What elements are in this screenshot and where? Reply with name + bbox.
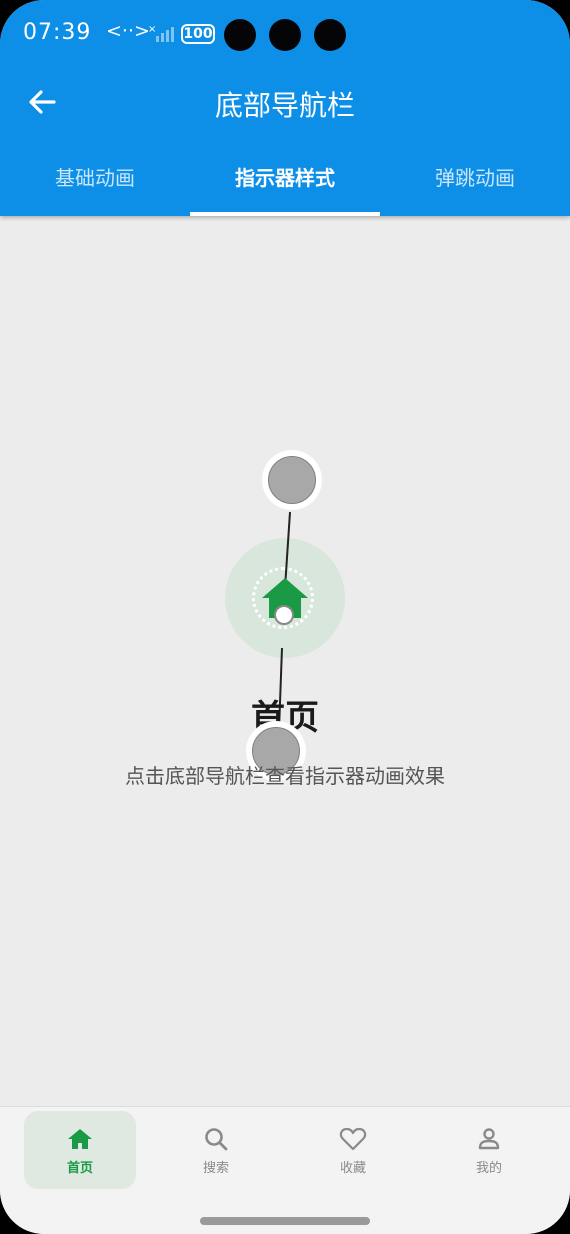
nav-label-search: 搜索 bbox=[202, 1161, 229, 1176]
nav-label-favorites: 收藏 bbox=[339, 1161, 366, 1176]
nav-item-profile[interactable]: 我的 bbox=[433, 1111, 545, 1189]
search-icon bbox=[205, 1128, 228, 1151]
heart-icon bbox=[339, 1127, 367, 1151]
home-icon bbox=[68, 1129, 92, 1149]
gesture-bar[interactable] bbox=[200, 1217, 370, 1225]
indicator-ball-top bbox=[268, 456, 316, 504]
bottom-navigation: 首页 搜索 收藏 我的 bbox=[0, 1106, 570, 1234]
content-description: 点击底部导航栏查看指示器动画效果 bbox=[125, 764, 445, 788]
nav-label-profile: 我的 bbox=[475, 1161, 502, 1176]
nav-item-home[interactable]: 首页 bbox=[24, 1111, 136, 1189]
nav-item-search[interactable]: 搜索 bbox=[160, 1111, 272, 1189]
nav-item-favorites[interactable]: 收藏 bbox=[297, 1111, 409, 1189]
screen: 07:39 <··> × 100 底部导航栏 基础动画 指示器样式 弹跳动画 首… bbox=[0, 0, 570, 1234]
person-icon bbox=[478, 1128, 500, 1150]
indicator-dot bbox=[274, 605, 294, 625]
nav-label-home: 首页 bbox=[66, 1161, 93, 1176]
